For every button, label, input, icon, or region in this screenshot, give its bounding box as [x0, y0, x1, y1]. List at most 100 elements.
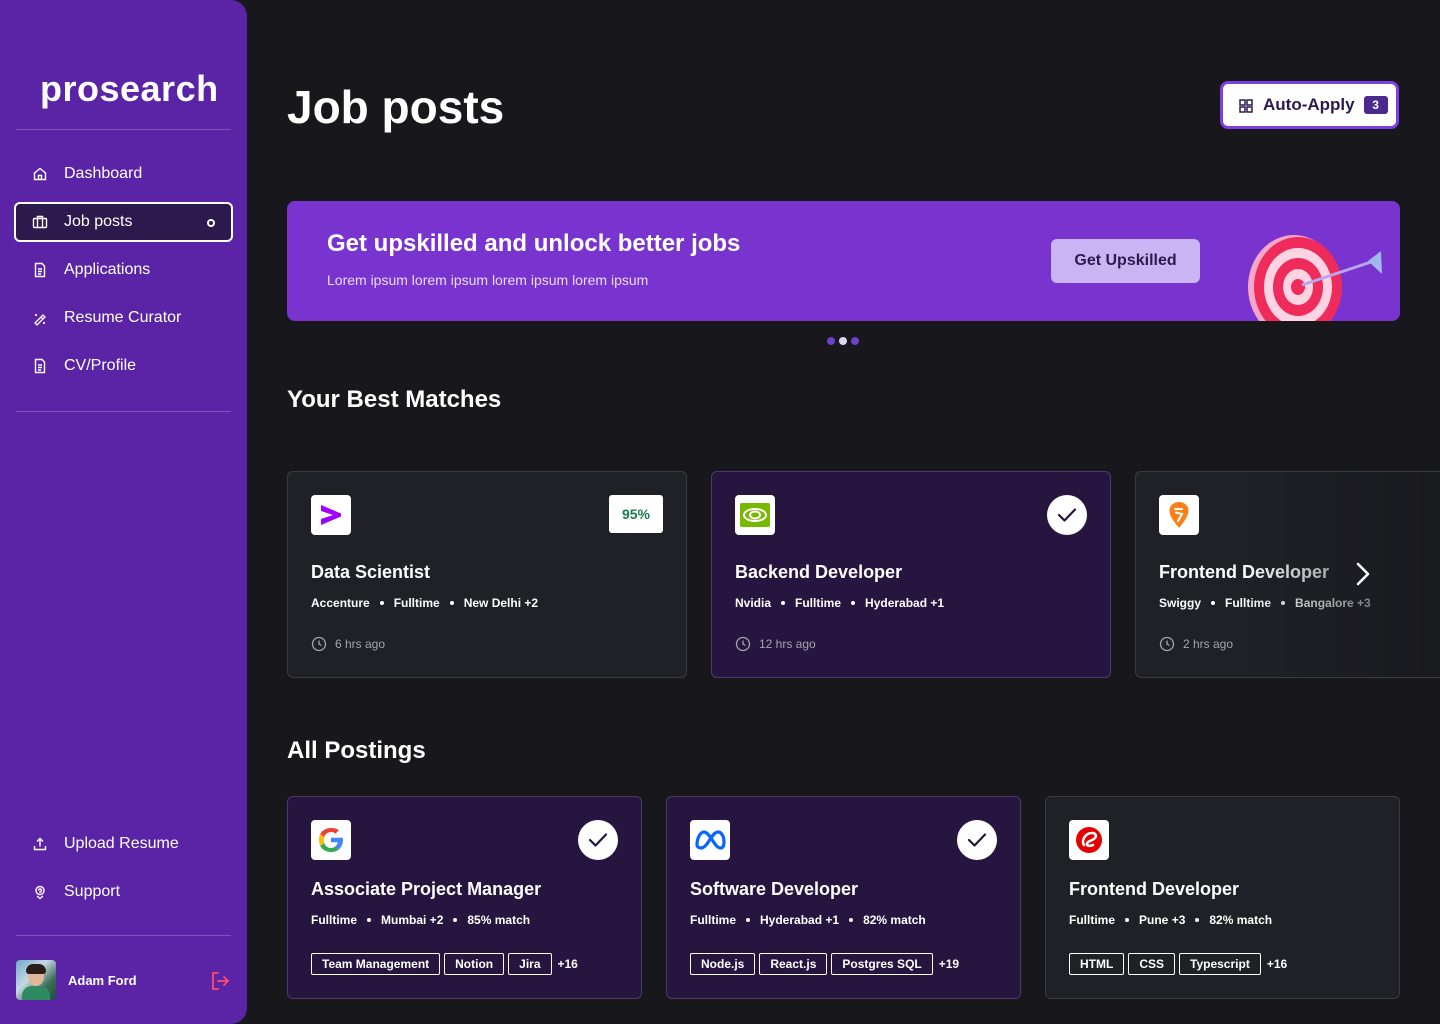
sidebar-item-label: CV/Profile — [64, 357, 137, 374]
job-type: Fulltime — [690, 913, 737, 927]
sidebar-item-label: Dashboard — [64, 165, 143, 182]
home-icon — [32, 166, 48, 182]
posting-card[interactable]: Software Developer Fulltime Hyderabad +1… — [666, 796, 1021, 999]
upload-icon — [32, 836, 48, 852]
posting-card[interactable]: Frontend Developer Fulltime Pune +3 82% … — [1045, 796, 1400, 999]
more-skills-count[interactable]: +16 — [1267, 957, 1287, 971]
banner-title: Get upskilled and unlock better jobs — [327, 230, 741, 257]
sidebar-item-upload-resume[interactable]: Upload Resume — [14, 824, 233, 864]
match-percent: 82% match — [1209, 913, 1273, 927]
get-upskilled-button[interactable]: Get Upskilled — [1051, 239, 1200, 283]
applied-check-icon — [578, 820, 618, 860]
job-title: Associate Project Manager — [311, 879, 542, 899]
job-type: Fulltime — [795, 596, 842, 610]
carousel-dot[interactable] — [827, 337, 835, 345]
sidebar-item-label: Resume Curator — [64, 309, 182, 326]
sidebar-item-resume-curator[interactable]: Resume Curator — [14, 298, 233, 338]
all-postings-title: All Postings — [287, 737, 426, 764]
skill-tags: HTML CSS Typescript +16 — [1069, 953, 1287, 975]
sidebar-item-cv-profile[interactable]: CV/Profile — [14, 346, 233, 386]
upskill-banner: Get upskilled and unlock better jobs Lor… — [287, 201, 1400, 321]
accenture-logo-icon — [311, 495, 351, 535]
sidebar-divider — [16, 129, 231, 130]
skill-tag[interactable]: Jira — [508, 953, 552, 975]
best-match-card[interactable]: Frontend Developer Swiggy Fulltime Banga… — [1135, 471, 1440, 678]
clock-icon — [1159, 636, 1175, 652]
best-match-card[interactable]: Backend Developer Nvidia Fulltime Hydera… — [711, 471, 1111, 678]
more-skills-count[interactable]: +16 — [558, 957, 578, 971]
user-name: Adam Ford — [68, 972, 137, 988]
skill-tag[interactable]: Node.js — [690, 953, 756, 975]
meta-logo-icon — [690, 820, 730, 860]
carousel-dots — [827, 337, 859, 345]
job-meta: Fulltime Mumbai +2 85% match — [311, 913, 530, 927]
chevron-right-icon[interactable] — [1352, 560, 1374, 588]
sidebar-item-label: Upload Resume — [64, 835, 179, 852]
skill-tags: Node.js React.js Postgres SQL +19 — [690, 953, 959, 975]
job-type: Fulltime — [1225, 596, 1272, 610]
logout-icon[interactable] — [209, 970, 231, 992]
skill-tag[interactable]: Notion — [444, 953, 505, 975]
sidebar-item-label: Support — [64, 883, 121, 900]
skill-tag[interactable]: Postgres SQL — [831, 953, 933, 975]
posted-time: 12 hrs ago — [735, 636, 816, 652]
page-title: Job posts — [287, 81, 505, 133]
active-indicator-icon — [207, 219, 215, 227]
avatar[interactable] — [16, 960, 56, 1000]
sidebar: prosearch Dashboard Job posts Applicatio… — [0, 0, 247, 1024]
skill-tag[interactable]: React.js — [759, 953, 828, 975]
swiggy-logo-icon — [1159, 495, 1199, 535]
job-meta: Accenture Fulltime New Delhi +2 — [311, 596, 538, 610]
auto-apply-count-badge: 3 — [1363, 96, 1388, 114]
job-type: Fulltime — [393, 596, 440, 610]
job-location: Pune +3 — [1139, 913, 1186, 927]
job-location: Bangalore +3 — [1295, 596, 1371, 610]
job-location: New Delhi +2 — [463, 596, 539, 610]
match-percent: 82% match — [863, 913, 926, 927]
sidebar-item-applications[interactable]: Applications — [14, 250, 233, 290]
auto-apply-button[interactable]: Auto-Apply 3 — [1220, 81, 1399, 129]
nvidia-logo-icon — [735, 495, 775, 535]
auto-apply-label: Auto-Apply — [1263, 95, 1355, 114]
company-name: Swiggy — [1159, 596, 1202, 610]
skill-tags: Team Management Notion Jira +16 — [311, 953, 578, 975]
sidebar-item-support[interactable]: Support — [14, 872, 233, 912]
sparkle-pen-icon — [32, 310, 48, 326]
skill-tag[interactable]: HTML — [1069, 953, 1125, 975]
job-title: Frontend Developer — [1159, 562, 1330, 582]
applied-check-icon — [957, 820, 997, 860]
company-name: Accenture — [311, 596, 370, 610]
company-name: Nvidia — [735, 596, 772, 610]
sidebar-item-dashboard[interactable]: Dashboard — [14, 154, 233, 194]
target-illustration-icon — [1248, 235, 1382, 321]
skill-tag[interactable]: Typescript — [1179, 953, 1261, 975]
carousel-dot-active[interactable] — [839, 337, 847, 345]
user-profile: Adam Ford — [16, 960, 231, 1000]
best-match-card[interactable]: 95% Data Scientist Accenture Fulltime Ne… — [287, 471, 687, 678]
sidebar-item-job-posts[interactable]: Job posts — [14, 202, 233, 242]
document-icon — [32, 262, 48, 278]
job-type: Fulltime — [1069, 913, 1116, 927]
job-meta: Swiggy Fulltime Bangalore +3 — [1159, 596, 1371, 610]
skill-tag[interactable]: CSS — [1128, 953, 1176, 975]
job-title: Backend Developer — [735, 562, 903, 582]
posted-time: 6 hrs ago — [311, 636, 385, 652]
job-location: Hyderabad +1 — [865, 596, 945, 610]
sidebar-divider — [16, 935, 231, 936]
posted-time: 2 hrs ago — [1159, 636, 1233, 652]
skill-tag[interactable]: Team Management — [311, 953, 441, 975]
briefcase-icon — [32, 214, 48, 230]
sidebar-item-label: Applications — [64, 261, 151, 278]
job-location: Hyderabad +1 — [760, 913, 840, 927]
google-logo-icon — [311, 820, 351, 860]
job-title: Frontend Developer — [1069, 879, 1240, 899]
banner-subtitle: Lorem ipsum lorem ipsum lorem ipsum lore… — [327, 272, 649, 288]
job-meta: Fulltime Hyderabad +1 82% match — [690, 913, 926, 927]
job-title: Software Developer — [690, 879, 859, 899]
best-matches-title: Your Best Matches — [287, 386, 502, 413]
carousel-dot[interactable] — [851, 337, 859, 345]
app-logo[interactable]: prosearch — [40, 68, 219, 110]
more-skills-count[interactable]: +19 — [939, 957, 959, 971]
job-location: Mumbai +2 — [381, 913, 444, 927]
posting-card[interactable]: Associate Project Manager Fulltime Mumba… — [287, 796, 642, 999]
